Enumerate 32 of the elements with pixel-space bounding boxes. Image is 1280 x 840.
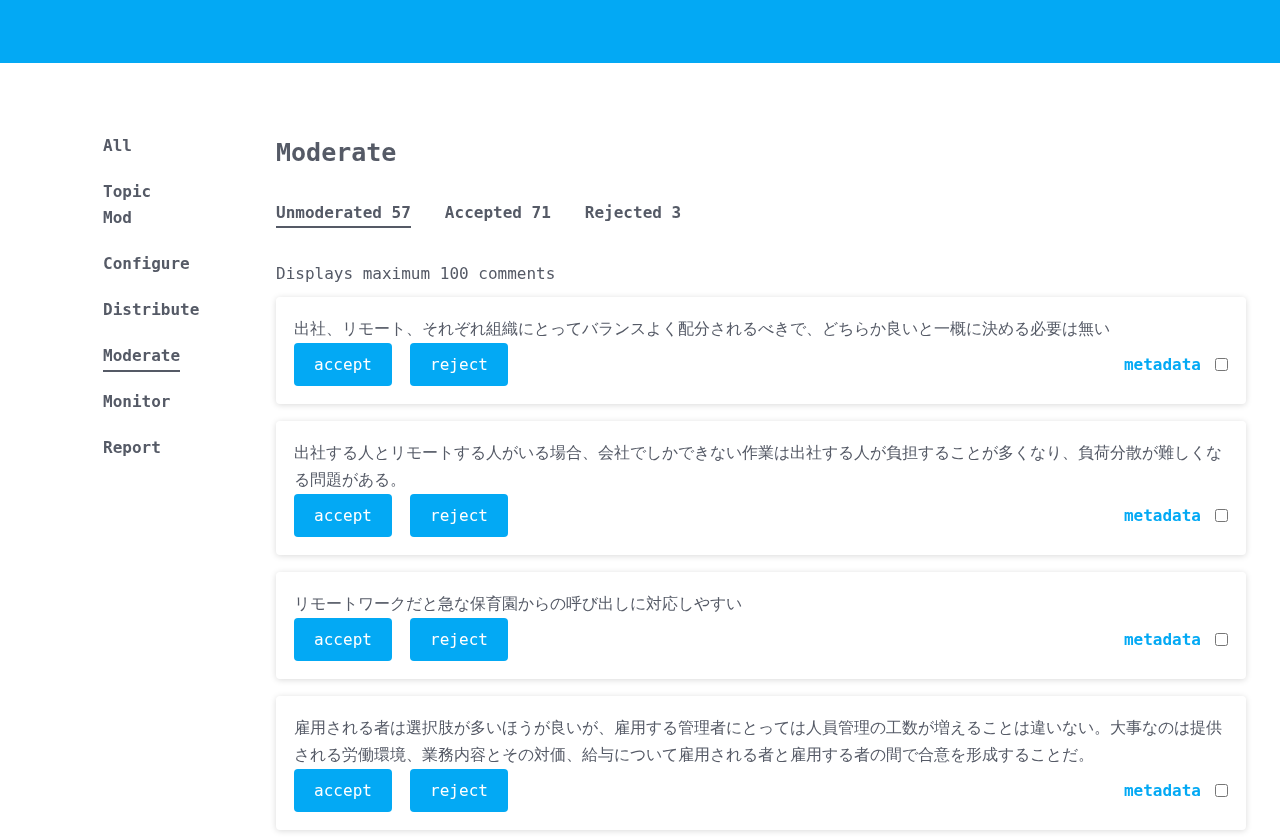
accept-button[interactable]: accept [294,769,392,812]
checkbox[interactable] [1215,633,1228,646]
tab[interactable]: Unmoderated 57 [276,201,411,228]
sidebar-link[interactable]: Distribute [103,297,200,326]
comment-text: 出社、リモート、それぞれ組織にとってバランスよく配分されるべきで、どちらか良いと一概に決める必要は無い [294,319,1111,339]
tab[interactable]: Accepted 71 [444,201,551,228]
sidebar-link[interactable]: Report [103,435,161,464]
checkbox[interactable] [1215,509,1228,522]
comment-text: 雇用される者は選択肢が多いほうが良いが、雇用する管理者にとっては人員管理の工数が増えることは違いない。大事なのは提供される労働環境、業務内容とその対価、給与について雇用される者と雇用する者の間で合意を形成することだ。 [294,718,1223,765]
sidebar-link[interactable]: Moderate [103,343,181,372]
info-text: Displays maximum 100 comments [276,263,556,285]
sidebar-link[interactable]: Monitor [103,389,171,418]
reject-button[interactable]: reject [410,618,508,661]
reject-button[interactable]: reject [410,494,508,537]
reject-button[interactable]: reject [410,769,508,812]
sidebar-link[interactable]: All [103,133,132,162]
page-title: Moderate [276,137,397,169]
accept-button[interactable]: accept [294,343,392,386]
sidebar-link[interactable]: Topic Mod [103,179,152,234]
sidebar-link[interactable]: Configure [103,251,190,280]
checkbox[interactable] [1215,784,1228,797]
accept-button[interactable]: accept [294,494,392,537]
reject-button[interactable]: reject [410,343,508,386]
metadata-link[interactable]: metadata [1123,627,1201,652]
comment-text: 出社する人とリモートする人がいる場合、会社でしかできない作業は出社する人が負担することが多くなり、負荷分散が難しくなる問題がある。 [294,443,1223,490]
metadata-link[interactable]: metadata [1123,778,1201,803]
checkbox[interactable] [1215,358,1228,371]
metadata-link[interactable]: metadata [1123,352,1201,377]
comment-text: リモートワークだと急な保育園からの呼び出しに対応しやすい [294,594,743,614]
tab[interactable]: Rejected 3 [584,201,682,228]
metadata-link[interactable]: metadata [1123,503,1201,528]
accept-button[interactable]: accept [294,618,392,661]
